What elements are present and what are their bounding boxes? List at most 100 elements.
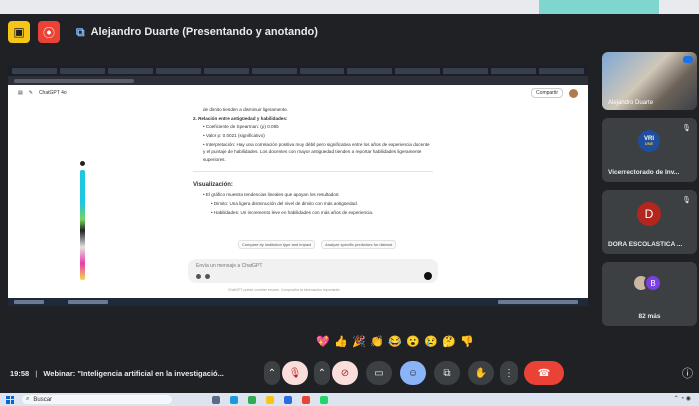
meet-header: ▣ ⦿ ⧉ Alejandro Duarte (Presentando y an…: [0, 14, 699, 50]
camera-options-button[interactable]: ⌃: [314, 361, 330, 385]
whatsapp-icon[interactable]: [320, 395, 328, 404]
hang-up-icon: ☎: [537, 367, 551, 379]
reaction-party-icon[interactable]: 🎉: [352, 335, 366, 348]
app-icon[interactable]: [302, 395, 310, 404]
search-placeholder: Buscar: [33, 396, 53, 403]
participant-name: Vicerrectorado de Inv...: [608, 169, 680, 176]
divider: [193, 170, 433, 172]
doc-heading: 2. Relación entre antigüedad y habilidad…: [193, 115, 288, 121]
mic-muted-icon: 🎙: [682, 197, 691, 204]
avatar: [569, 88, 578, 98]
suggestion-chip: Compare by institution type and impact: [238, 240, 316, 249]
control-bar: 19:58 | Webinar: "Inteligencia artificia…: [0, 355, 699, 391]
system-tray[interactable]: ⌃ ◔ ◉: [674, 395, 691, 402]
browser-tabs: [8, 66, 588, 76]
present-icon: ⧉: [443, 367, 451, 379]
meet-window: ▣ ⦿ ⧉ Alejandro Duarte (Presentando y an…: [0, 0, 699, 406]
mic-off-icon: 🎙: [288, 367, 302, 379]
speaking-indicator-icon: [683, 56, 693, 63]
reaction-heart-icon[interactable]: 💖: [316, 335, 330, 348]
mic-options-button[interactable]: ⌃: [264, 361, 280, 385]
presenter-label: ⧉ Alejandro Duarte (Presentando y anotan…: [76, 25, 318, 40]
hand-icon: ✋: [474, 367, 488, 379]
reaction-sad-icon[interactable]: 😢: [424, 335, 438, 348]
doc-line: de dimito tienden a disminuir ligerament…: [203, 107, 289, 112]
participant-name: Alejandro Duarte: [608, 100, 654, 106]
present-icon: ⧉: [76, 24, 85, 39]
raise-hand-button[interactable]: ✋: [468, 361, 494, 385]
reaction-surprised-icon[interactable]: 😮: [406, 335, 420, 348]
globe-icon: [205, 274, 210, 279]
participant-tile-dora[interactable]: 🎙 D DORA ESCOLASTICA ...: [602, 190, 697, 254]
browser-url-bar: [8, 76, 588, 85]
app-name: ChatGPT 4o: [38, 90, 67, 96]
present-button[interactable]: ⧉: [434, 361, 460, 385]
shared-screen: ▤ ✎ ChatGPT 4o Compartir de dimito tiend…: [8, 66, 588, 306]
suggestion-chip: Analyze specific predictors for distrust: [321, 240, 397, 249]
doc-bullet: • Coeficiente de Spearman: (ρ) 0.065: [203, 124, 279, 130]
participant-tile-more[interactable]: B 82 más: [602, 262, 697, 326]
attach-icon: [196, 274, 201, 279]
top-band: [0, 0, 699, 14]
send-icon: [424, 272, 432, 280]
start-button[interactable]: [6, 395, 14, 404]
drag-handle-icon[interactable]: [79, 160, 86, 167]
meeting-details-icon[interactable]: ⓘ: [682, 365, 693, 381]
camera-toggle-button[interactable]: ⊘: [332, 361, 358, 385]
leave-call-button[interactable]: ☎: [524, 361, 564, 385]
chat-composer: Envía un mensaje a ChatGPT: [188, 259, 438, 283]
sidebar-toggle-icon: ▤: [18, 90, 23, 96]
more-options-button[interactable]: ⋮: [500, 361, 518, 385]
windows-taskbar: ⌕ Buscar ⌃ ◔ ◉: [0, 393, 699, 406]
chat-response: de dimito tienden a disminuir ligerament…: [193, 106, 433, 217]
meeting-title: Webinar: "Inteligencia artificial en la …: [43, 368, 224, 378]
reaction-thinking-icon[interactable]: 🤔: [442, 335, 456, 348]
reaction-laugh-icon[interactable]: 😂: [388, 335, 402, 348]
info-separator: |: [35, 368, 38, 378]
new-chat-icon: ✎: [28, 90, 33, 96]
chrome-icon[interactable]: [248, 395, 256, 404]
file-explorer-icon[interactable]: [266, 395, 274, 404]
participant-tile-presenter[interactable]: Alejandro Duarte: [602, 52, 697, 110]
doc-bullet: • Habilidades: Un incremento leve en hab…: [211, 209, 374, 215]
chat-header: ▤ ✎ ChatGPT 4o Compartir: [8, 85, 588, 101]
more-vert-icon: ⋮: [504, 367, 514, 379]
participant-tile-vri[interactable]: 🎙 VRI UNE Vicerrectorado de Inv...: [602, 118, 697, 182]
reaction-thumbs-down-icon[interactable]: 👎: [460, 335, 474, 348]
shared-taskbar: [8, 298, 588, 306]
annotation-toolbar[interactable]: [78, 160, 87, 280]
logo-sub: UNE: [644, 141, 654, 146]
composer-placeholder: Envía un mensaje a ChatGPT: [196, 263, 263, 269]
annotation-palette[interactable]: [80, 170, 85, 280]
task-view-icon[interactable]: [212, 395, 220, 404]
captions-icon: ▭: [374, 367, 384, 379]
share-button: Compartir: [531, 88, 563, 98]
stop-presenting-button[interactable]: ⦿: [38, 21, 60, 43]
clock: 19:58: [10, 368, 30, 378]
suggestions: Compare by institution type and impact A…: [238, 240, 397, 249]
meeting-info: 19:58 | Webinar: "Inteligencia artificia…: [10, 369, 224, 378]
taskbar-search[interactable]: ⌕ Buscar: [22, 395, 172, 404]
doc-bullet: • El gráfico muestra tendencias lineales…: [203, 192, 340, 198]
doc-heading: Visualización:: [193, 181, 233, 188]
camera-off-icon: ⊘: [340, 367, 350, 379]
edge-icon[interactable]: [230, 395, 238, 404]
emoji-button[interactable]: ☺: [400, 361, 426, 385]
reaction-thumbs-up-icon[interactable]: 👍: [334, 335, 348, 348]
reaction-clap-icon[interactable]: 👏: [370, 335, 384, 348]
participant-name: DORA ESCOLASTICA ...: [608, 241, 683, 248]
doc-bullet: • Interpretación: Hay una correlación po…: [203, 141, 430, 162]
avatar-stack: B: [632, 274, 662, 292]
presenter-text: Alejandro Duarte (Presentando y anotando…: [90, 26, 318, 38]
emoji-icon: ☺: [407, 367, 419, 379]
mic-toggle-button[interactable]: 🎙: [282, 361, 308, 385]
captions-button[interactable]: ▭: [366, 361, 392, 385]
store-icon[interactable]: [284, 395, 292, 404]
doc-bullet: • Dimito: Una ligera disminución del niv…: [211, 201, 358, 207]
doc-bullet: • Valor p: 0.0021 (significativo): [203, 133, 265, 139]
reaction-bar: 💖 👍 🎉 👏 😂 😮 😢 🤔 👎: [316, 335, 474, 348]
vri-logo: VRI UNE: [638, 130, 660, 152]
more-participants-label: 82 más: [638, 313, 661, 320]
pin-button[interactable]: ▣: [8, 21, 30, 43]
top-accent: [539, 0, 659, 14]
